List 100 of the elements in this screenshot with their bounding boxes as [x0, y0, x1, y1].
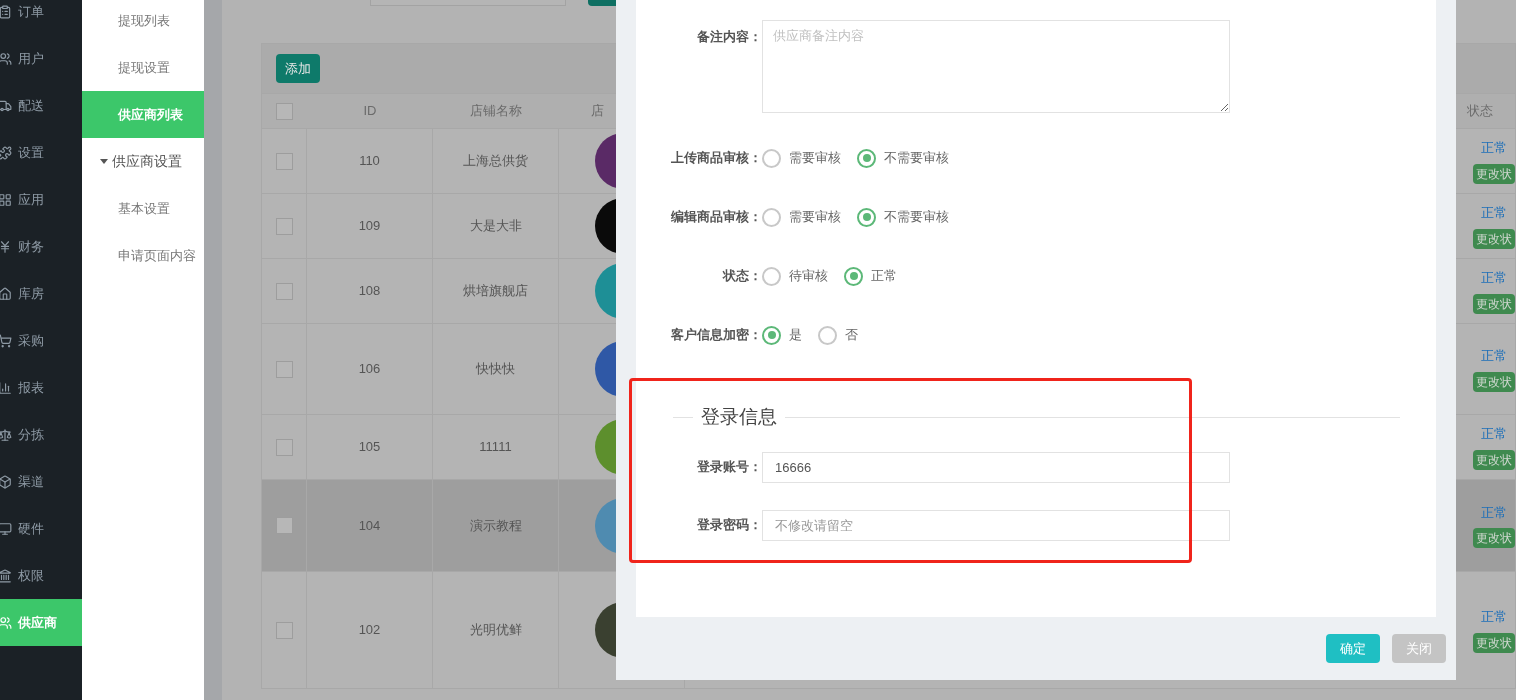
bar-chart-icon [0, 380, 12, 395]
account-input[interactable]: 16666 [762, 451, 1230, 483]
users-icon [0, 615, 12, 630]
radio-button[interactable] [857, 207, 876, 227]
column-header: ID [363, 102, 377, 121]
status-link[interactable]: 正常 [1481, 346, 1515, 366]
submenu-item[interactable]: 基本设置 [82, 185, 204, 232]
house-icon [0, 286, 12, 301]
submenu-group[interactable]: 供应商设置 [82, 138, 204, 185]
change-status-button[interactable]: 更改状 [1473, 528, 1515, 549]
change-status-button[interactable]: 更改状 [1473, 163, 1515, 184]
field-label: 登录密码： [697, 517, 762, 533]
grid-icon [0, 192, 12, 207]
checkbox[interactable] [275, 282, 293, 300]
submenu-item[interactable]: 提现设置 [82, 44, 204, 91]
add-button[interactable]: 添加 [276, 53, 320, 84]
column-header: 店 [591, 102, 604, 121]
nav-item[interactable]: 权限 [0, 552, 82, 599]
nav-item[interactable]: 渠道 [0, 458, 82, 505]
checkbox[interactable] [275, 517, 293, 534]
table-cell-text: 快快快 [476, 360, 515, 379]
table-cell-text: 108 [358, 282, 381, 301]
radio-label: 不需要审核 [884, 208, 949, 227]
change-status-button[interactable]: 更改状 [1473, 632, 1515, 653]
change-status-button[interactable]: 更改状 [1473, 449, 1515, 470]
field-label: 备注内容： [697, 29, 762, 44]
table-cell-text: 110 [359, 152, 380, 171]
table-cell-text: 106 [358, 360, 381, 379]
truck-icon [0, 98, 12, 113]
table-cell-text: 104 [358, 516, 381, 535]
radio-button[interactable] [762, 266, 781, 286]
checkbox[interactable] [275, 217, 293, 235]
table-cell-text: 烘培旗舰店 [463, 282, 528, 301]
submenu-item[interactable]: 提现列表 [82, 0, 204, 44]
puzzle-icon [0, 145, 12, 160]
radio-button[interactable] [762, 207, 781, 227]
column-header: 店铺名称 [470, 102, 522, 121]
radio-label: 需要审核 [789, 208, 841, 227]
cart-icon [0, 333, 12, 348]
nav-item[interactable]: 应用 [0, 176, 82, 223]
table-cell-text: 105 [358, 438, 381, 457]
radio-label: 正常 [871, 267, 897, 286]
radio-label: 待审核 [789, 267, 828, 286]
table-cell-text: 109 [358, 217, 381, 236]
bank-icon [0, 568, 12, 583]
field-label: 状态： [723, 268, 762, 284]
nav-item[interactable]: 分拣 [0, 411, 82, 458]
nav-item[interactable]: 库房 [0, 270, 82, 317]
status-link[interactable]: 正常 [1481, 607, 1515, 627]
yen-icon [0, 239, 12, 254]
column-header: 状态 [1467, 102, 1493, 121]
table-cell-text: 演示教程 [469, 516, 522, 535]
change-status-button[interactable]: 更改状 [1473, 371, 1515, 392]
nav-item[interactable]: 采购 [0, 317, 82, 364]
radio-label: 不需要审核 [884, 149, 949, 168]
radio-label: 需要审核 [789, 149, 841, 168]
checkbox[interactable] [275, 360, 293, 378]
checkbox[interactable] [275, 438, 293, 456]
status-link[interactable]: 正常 [1481, 268, 1515, 288]
checkbox[interactable] [275, 152, 293, 170]
section-title: 登录信息 [700, 405, 778, 429]
checkbox[interactable] [276, 102, 293, 120]
radio-button[interactable] [818, 325, 837, 345]
radio-button[interactable] [857, 148, 876, 168]
radio-button[interactable] [762, 325, 781, 345]
status-link[interactable]: 正常 [1481, 138, 1515, 158]
field-label: 登录账号： [697, 459, 762, 475]
status-link[interactable]: 正常 [1481, 203, 1515, 223]
cube-icon [0, 474, 12, 489]
scale-icon [0, 427, 12, 442]
radio-label: 否 [845, 326, 858, 345]
nav-item[interactable]: 硬件 [0, 505, 82, 552]
remark-textarea[interactable]: 供应商备注内容 [762, 20, 1230, 113]
nav-item[interactable]: 配送 [0, 82, 82, 129]
field-label: 客户信息加密： [671, 327, 762, 343]
table-cell-text: 11111 [479, 438, 512, 457]
table-cell-text: 大是大非 [469, 217, 522, 236]
radio-label: 是 [789, 326, 802, 345]
change-status-button[interactable]: 更改状 [1473, 293, 1515, 314]
clipboard-icon [0, 4, 12, 19]
status-link[interactable]: 正常 [1481, 424, 1515, 444]
password-input[interactable]: 不修改请留空 [762, 509, 1230, 541]
caret-icon [100, 159, 108, 164]
submenu-item[interactable]: 申请页面内容 [82, 232, 204, 279]
monitor-icon [0, 521, 12, 536]
table-cell-text: 102 [358, 621, 381, 640]
checkbox[interactable] [275, 621, 293, 639]
change-status-button[interactable]: 更改状 [1473, 228, 1515, 249]
nav-item[interactable]: 订单 [0, 0, 82, 35]
table-cell-text: 上海总供货 [463, 152, 528, 171]
nav-item[interactable]: 财务 [0, 223, 82, 270]
radio-button[interactable] [762, 148, 781, 168]
field-label: 上传商品审核： [671, 150, 762, 166]
radio-button[interactable] [844, 266, 863, 286]
users-icon [0, 51, 12, 66]
nav-item[interactable]: 用户 [0, 35, 82, 82]
nav-item[interactable]: 设置 [0, 129, 82, 176]
nav-item[interactable]: 报表 [0, 364, 82, 411]
table-cell-text: 光明优鲜 [469, 621, 522, 640]
field-label: 编辑商品审核： [671, 209, 762, 225]
